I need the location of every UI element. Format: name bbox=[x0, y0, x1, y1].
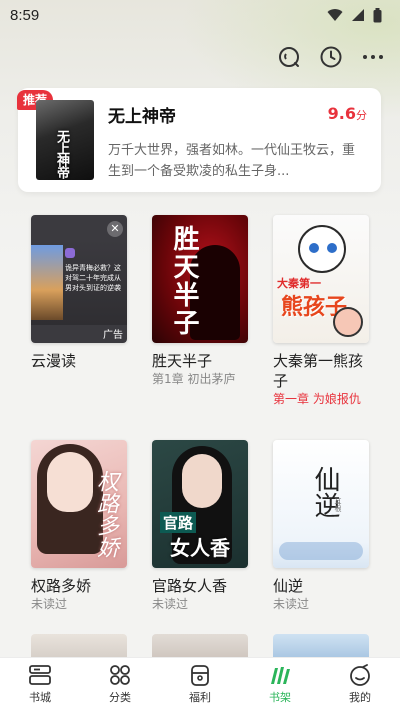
bookshelf-icon bbox=[271, 667, 290, 684]
score-value: 9.6 bbox=[327, 104, 356, 123]
battery-icon bbox=[373, 7, 382, 22]
book-cover[interactable]: 仙逆 耳根 bbox=[273, 440, 369, 568]
book-title: 仙逆 bbox=[273, 577, 304, 595]
cover-title-top: 官路 bbox=[160, 512, 197, 533]
status-bar: 8:59 bbox=[0, 0, 400, 30]
book-progress: 未读过 bbox=[152, 597, 189, 611]
tab-profile[interactable]: 我的 bbox=[320, 658, 400, 711]
welfare-icon bbox=[191, 665, 209, 686]
book-title: 权路多娇 bbox=[31, 577, 92, 595]
book-progress: 第一章 为娘报仇 bbox=[273, 392, 361, 406]
book-cover[interactable]: 权路多娇 bbox=[31, 440, 127, 568]
recommend-book-description: 万千大世界，强者如林。一代仙王牧云，重生到一个备受欺凌的私生子身... bbox=[108, 143, 356, 179]
search-icon bbox=[279, 47, 299, 67]
book-item-ad[interactable]: 诡异青梅必救？这对驾二十年完成从男对头到证的逆袭 ✕ 广告 云漫读 bbox=[31, 215, 131, 371]
book-cover-partial[interactable] bbox=[152, 634, 248, 658]
recommend-book-title: 无上神帝 bbox=[108, 107, 176, 127]
tab-category[interactable]: 分类 bbox=[80, 658, 160, 711]
cover-author-text: 耳根 bbox=[334, 498, 342, 512]
cover-cat-face bbox=[298, 225, 346, 273]
cover-title-big: 女人香 bbox=[170, 536, 230, 560]
book-item[interactable]: 胜天半子 胜天半子 第1章 初出茅庐 bbox=[152, 215, 252, 387]
book-item[interactable]: 仙逆 耳根 仙逆 未读过 bbox=[273, 440, 373, 612]
top-toolbar bbox=[276, 44, 386, 70]
book-progress: 第1章 初出茅庐 bbox=[152, 372, 236, 386]
ad-label: 广告 bbox=[103, 330, 123, 341]
book-cover[interactable]: 大秦第一 熊孩子 bbox=[273, 215, 369, 343]
book-item[interactable]: 官路 女人香 官路女人香 未读过 bbox=[152, 440, 252, 612]
signal-icon bbox=[352, 9, 364, 21]
book-progress: 未读过 bbox=[273, 597, 310, 611]
status-time: 8:59 bbox=[10, 6, 40, 24]
book-item[interactable]: 权路多娇 权路多娇 未读过 bbox=[31, 440, 131, 612]
history-button[interactable] bbox=[318, 44, 344, 70]
book-cover-partial[interactable] bbox=[273, 634, 369, 658]
category-icon bbox=[110, 665, 130, 685]
tab-label: 书架 bbox=[269, 691, 291, 704]
profile-icon bbox=[350, 664, 370, 686]
tab-label: 我的 bbox=[349, 691, 371, 704]
recommend-book-cover[interactable]: 无上神帝 bbox=[36, 100, 94, 180]
score-unit: 分 bbox=[356, 109, 367, 122]
ad-artwork bbox=[31, 245, 63, 320]
more-icon bbox=[363, 55, 383, 59]
book-cover[interactable]: 胜天半子 bbox=[152, 215, 248, 343]
ad-cover[interactable]: 诡异青梅必救？这对驾二十年完成从男对头到证的逆袭 ✕ 广告 bbox=[31, 215, 127, 343]
book-progress: 未读过 bbox=[31, 597, 68, 611]
cover-cat-eye bbox=[309, 243, 319, 253]
recommend-cover-text: 无上神帝 bbox=[54, 130, 69, 178]
cover-paw bbox=[333, 307, 363, 337]
book-cover-partial[interactable] bbox=[31, 634, 127, 658]
ad-close-icon[interactable]: ✕ bbox=[107, 221, 123, 237]
history-icon bbox=[320, 46, 342, 68]
bookstore-icon bbox=[29, 665, 51, 685]
recommend-book-score: 9.6分 bbox=[328, 104, 367, 123]
cover-title-text: 权路多娇 bbox=[93, 470, 118, 558]
more-button[interactable] bbox=[360, 44, 386, 70]
ad-app-icon bbox=[65, 248, 75, 258]
book-title: 云漫读 bbox=[31, 352, 77, 370]
wifi-icon bbox=[327, 9, 343, 21]
recommend-card[interactable]: 推荐 无上神帝 无上神帝 9.6分 万千大世界，强者如林。一代仙王牧云，重生到一… bbox=[17, 88, 381, 192]
search-button[interactable] bbox=[276, 44, 302, 70]
cover-ink-splash bbox=[279, 542, 363, 560]
tab-label: 福利 bbox=[189, 691, 211, 704]
book-item[interactable]: 大秦第一 熊孩子 大秦第一熊孩子 第一章 为娘报仇 bbox=[273, 215, 373, 407]
cover-title-text: 胜天半子 bbox=[169, 225, 199, 337]
ad-text: 诡异青梅必救？这对驾二十年完成从男对头到证的逆袭 bbox=[65, 264, 121, 292]
book-title: 胜天半子 bbox=[152, 352, 213, 370]
tab-bookshelf[interactable]: 书架 bbox=[240, 658, 320, 711]
book-title: 大秦第一熊孩子 bbox=[273, 352, 364, 390]
cover-face bbox=[182, 454, 222, 508]
cover-cat-eye bbox=[327, 243, 337, 253]
book-title: 官路女人香 bbox=[152, 577, 228, 595]
status-icons bbox=[327, 7, 382, 23]
bottom-tab-bar: 书城 分类 福利 书架 我的 bbox=[0, 657, 400, 711]
tab-welfare[interactable]: 福利 bbox=[160, 658, 240, 711]
tab-bookstore[interactable]: 书城 bbox=[0, 658, 80, 711]
cover-face bbox=[47, 452, 93, 512]
tab-label: 分类 bbox=[109, 691, 131, 704]
book-cover[interactable]: 官路 女人香 bbox=[152, 440, 248, 568]
tab-label: 书城 bbox=[29, 691, 51, 704]
